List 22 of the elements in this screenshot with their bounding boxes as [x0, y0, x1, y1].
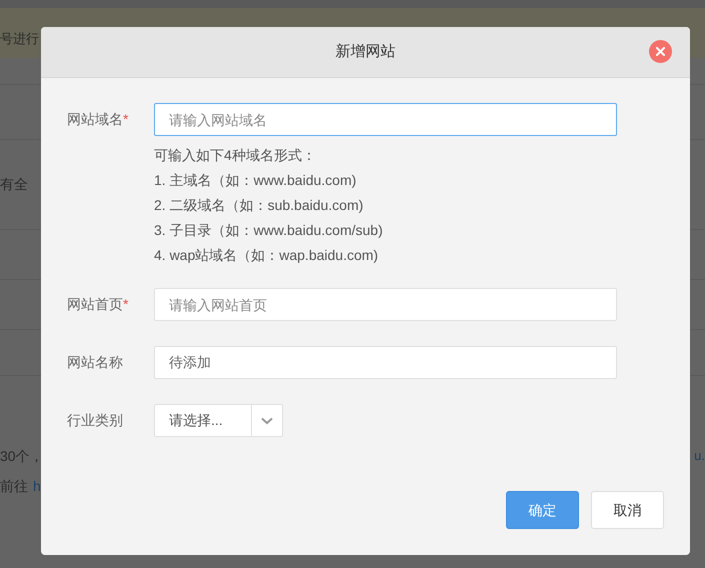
help-text: 4. wap站域名（如：wap.baidu.com) [154, 246, 380, 265]
field-label: 网站首页* [67, 295, 130, 314]
footer-text: 前往 [0, 477, 28, 496]
field-label: 网站域名* [67, 110, 130, 129]
footer-text: 30个， [0, 447, 44, 466]
cancel-button[interactable]: 取消 [591, 491, 664, 529]
field-label: 网站名称 [67, 353, 124, 372]
input-field[interactable]: 待添加 [154, 346, 617, 379]
help-text: 1. 主域名（如：www.baidu.com) [154, 171, 358, 190]
notice-text: 号进行 [0, 30, 39, 48]
dropdown[interactable]: 请选择... [154, 404, 283, 437]
close-icon [656, 47, 665, 56]
help-text: 3. 子目录（如：www.baidu.com/sub) [154, 221, 384, 240]
help-text: 可输入如下4种域名形式： [154, 146, 317, 165]
dialog-title: 新增网站 [336, 42, 396, 62]
close-button[interactable] [649, 40, 672, 63]
field-label: 行业类别 [67, 411, 124, 430]
row-text: 有全 [0, 175, 28, 194]
help-text: 2. 二级域名（如：sub.baidu.com) [154, 196, 364, 215]
confirm-button[interactable]: 确定 [506, 491, 579, 529]
caret-icon [261, 416, 273, 424]
input-field[interactable]: 请输入网站域名 [154, 103, 617, 136]
